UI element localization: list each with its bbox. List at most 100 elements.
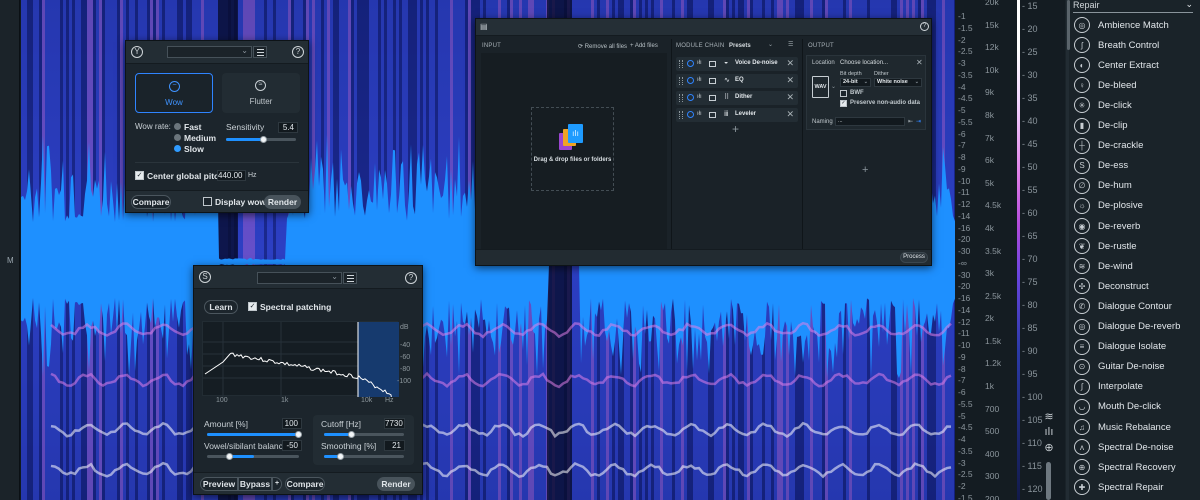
- module-item-de-reverb[interactable]: ◉ De-reverb: [1073, 216, 1198, 236]
- power-toggle-icon[interactable]: [687, 60, 694, 67]
- power-toggle-icon[interactable]: [687, 77, 694, 84]
- module-item-mouth-de-click[interactable]: ◡ Mouth De-click: [1073, 397, 1198, 417]
- bypass-button[interactable]: Bypass: [238, 477, 272, 491]
- module-settings-icon[interactable]: ıłı: [697, 60, 702, 66]
- module-item-de-clip[interactable]: ▮ De-clip: [1073, 116, 1198, 136]
- remove-all-files-button[interactable]: ⟳ Remove all files: [578, 43, 627, 50]
- chain-module-row[interactable]: ıłı ◒ Voice De-noise ✕: [676, 57, 798, 71]
- drag-handle-icon[interactable]: [679, 94, 683, 102]
- naming-next-icon[interactable]: ⇥: [916, 118, 921, 125]
- format-chevron-icon[interactable]: ⌄: [831, 83, 836, 90]
- mode-flutter-button[interactable]: ≈ Flutter: [222, 73, 300, 113]
- drag-handle-icon[interactable]: [679, 111, 683, 119]
- center-pitch-checkbox[interactable]: ✓: [135, 171, 144, 180]
- mode-wow-button[interactable]: ~ Wow: [135, 73, 213, 113]
- add-output-button[interactable]: +: [862, 164, 868, 176]
- module-item-dialogue-contour[interactable]: ✆ Dialogue Contour: [1073, 296, 1198, 316]
- module-settings-icon[interactable]: ıłı: [697, 77, 702, 83]
- module-item-de-plosive[interactable]: ☼ De-plosive: [1073, 196, 1198, 216]
- module-settings-icon[interactable]: ıłı: [697, 94, 702, 100]
- module-item-dialogue-de-reverb[interactable]: ◎ Dialogue De-reverb: [1073, 317, 1198, 337]
- remove-module-icon[interactable]: ✕: [786, 109, 794, 120]
- learn-button[interactable]: Learn: [204, 300, 238, 314]
- balance-slider-knob[interactable]: [226, 453, 233, 460]
- module-item-de-rustle[interactable]: ❦ De-rustle: [1073, 236, 1198, 256]
- remove-module-icon[interactable]: ✕: [786, 75, 794, 86]
- module-window-icon[interactable]: [709, 112, 716, 118]
- balance-value[interactable]: -50: [282, 440, 302, 451]
- menu-icon[interactable]: [253, 46, 267, 58]
- amount-value[interactable]: 100: [282, 418, 302, 429]
- center-pitch-value[interactable]: 440.00: [217, 170, 246, 181]
- help-icon[interactable]: ?: [292, 46, 304, 58]
- preserve-data-checkbox[interactable]: ✓: [840, 100, 847, 107]
- vertical-zoom-icon[interactable]: ıǀı: [1042, 425, 1056, 439]
- add-files-button[interactable]: + Add files: [630, 43, 658, 49]
- module-item-spectral-recovery[interactable]: ⊕ Spectral Recovery: [1073, 457, 1198, 477]
- frequency-scale[interactable]: 20k 15k 12k 10k 9k 8k 7k 6k 5k 4.5k 4k 3.5k 3k 2.5k 2k…: [983, 0, 1018, 500]
- module-item-breath-control[interactable]: ʃ Breath Control: [1073, 35, 1198, 55]
- chain-module-row[interactable]: ıłı ⅲ Leveler ✕: [676, 108, 798, 122]
- amount-slider-knob[interactable]: [295, 431, 302, 438]
- remove-module-icon[interactable]: ✕: [786, 92, 794, 103]
- render-button[interactable]: Render: [377, 477, 415, 491]
- rate-fast-radio[interactable]: [174, 123, 181, 130]
- module-item-guitar-de-noise[interactable]: ⊙ Guitar De-noise: [1073, 357, 1198, 377]
- module-item-ambience-match[interactable]: ◎ Ambience Match: [1073, 15, 1198, 35]
- power-toggle-icon[interactable]: [687, 111, 694, 118]
- help-icon[interactable]: ?: [920, 22, 929, 31]
- smoothing-value[interactable]: 21: [384, 440, 405, 451]
- module-item-center-extract[interactable]: ◐ Center Extract: [1073, 55, 1198, 75]
- module-item-de-bleed[interactable]: ♀ De-bleed: [1073, 75, 1198, 95]
- module-item-de-hum[interactable]: ∅ De-hum: [1073, 176, 1198, 196]
- module-item-de-click[interactable]: ✳ De-click: [1073, 95, 1198, 115]
- rate-medium-radio[interactable]: [174, 134, 181, 141]
- display-wow-checkbox[interactable]: [203, 197, 212, 206]
- module-window-icon[interactable]: [709, 61, 716, 67]
- waveform-spectrogram-icon[interactable]: ≋: [1042, 410, 1056, 424]
- remove-module-icon[interactable]: ✕: [786, 58, 794, 69]
- module-item-de-crackle[interactable]: ┼ De-crackle: [1073, 136, 1198, 156]
- module-item-spectral-de-noise[interactable]: ʌ Spectral De-noise: [1073, 437, 1198, 457]
- bypass-options-button[interactable]: +: [272, 477, 282, 491]
- menu-icon[interactable]: [343, 272, 357, 284]
- preview-button[interactable]: Preview: [200, 477, 238, 491]
- drag-handle-icon[interactable]: [679, 60, 683, 68]
- chain-menu-icon[interactable]: ☰: [788, 41, 793, 48]
- chain-module-row[interactable]: ıłı ∿ EQ ✕: [676, 74, 798, 88]
- chevron-down-icon[interactable]: ⌄: [768, 41, 773, 48]
- module-settings-icon[interactable]: ıłı: [697, 111, 702, 117]
- preset-dropdown[interactable]: ⌄: [167, 46, 252, 58]
- dither-select[interactable]: White noise ⌄: [874, 78, 922, 87]
- module-category-dropdown[interactable]: Repair ⌄: [1073, 0, 1193, 13]
- cutoff-slider-knob[interactable]: [348, 431, 355, 438]
- module-item-deconstruct[interactable]: ✣ Deconstruct: [1073, 276, 1198, 296]
- module-item-de-wind[interactable]: ≋ De-wind: [1073, 256, 1198, 276]
- presets-dropdown[interactable]: Presets: [729, 43, 751, 49]
- rate-slow-radio[interactable]: [174, 145, 181, 152]
- module-window-icon[interactable]: [709, 95, 716, 101]
- module-item-dialogue-isolate[interactable]: ≡ Dialogue Isolate: [1073, 337, 1198, 357]
- add-module-button[interactable]: +: [732, 122, 739, 136]
- spectrum-graph-canvas[interactable]: [203, 322, 399, 409]
- cutoff-value[interactable]: 7730: [384, 418, 405, 429]
- magnifier-icon[interactable]: ⊕: [1042, 441, 1056, 455]
- module-window-icon[interactable]: [709, 78, 716, 84]
- drop-zone[interactable]: ıIı Drag & drop files or folders: [531, 107, 614, 191]
- naming-prev-icon[interactable]: ⇤: [908, 118, 913, 125]
- zoom-slider[interactable]: [1046, 462, 1051, 500]
- spectral-patching-checkbox[interactable]: ✓: [248, 302, 257, 311]
- compare-button[interactable]: Compare: [285, 477, 325, 491]
- help-icon[interactable]: ?: [405, 272, 417, 284]
- wav-format-icon[interactable]: WAV: [812, 76, 829, 98]
- drag-handle-icon[interactable]: [679, 77, 683, 85]
- sensitivity-slider-knob[interactable]: [259, 136, 267, 143]
- module-item-interpolate[interactable]: ∫ Interpolate: [1073, 377, 1198, 397]
- module-item-de-ess[interactable]: S De-ess: [1073, 156, 1198, 176]
- clear-location-icon[interactable]: ✕: [916, 58, 923, 67]
- power-toggle-icon[interactable]: [687, 94, 694, 101]
- bwf-checkbox[interactable]: [840, 90, 847, 97]
- chain-module-row[interactable]: ıłı ⠿ Dither ✕: [676, 91, 798, 105]
- location-chooser[interactable]: Choose location...: [840, 60, 888, 66]
- preset-dropdown[interactable]: ⌄: [257, 272, 342, 284]
